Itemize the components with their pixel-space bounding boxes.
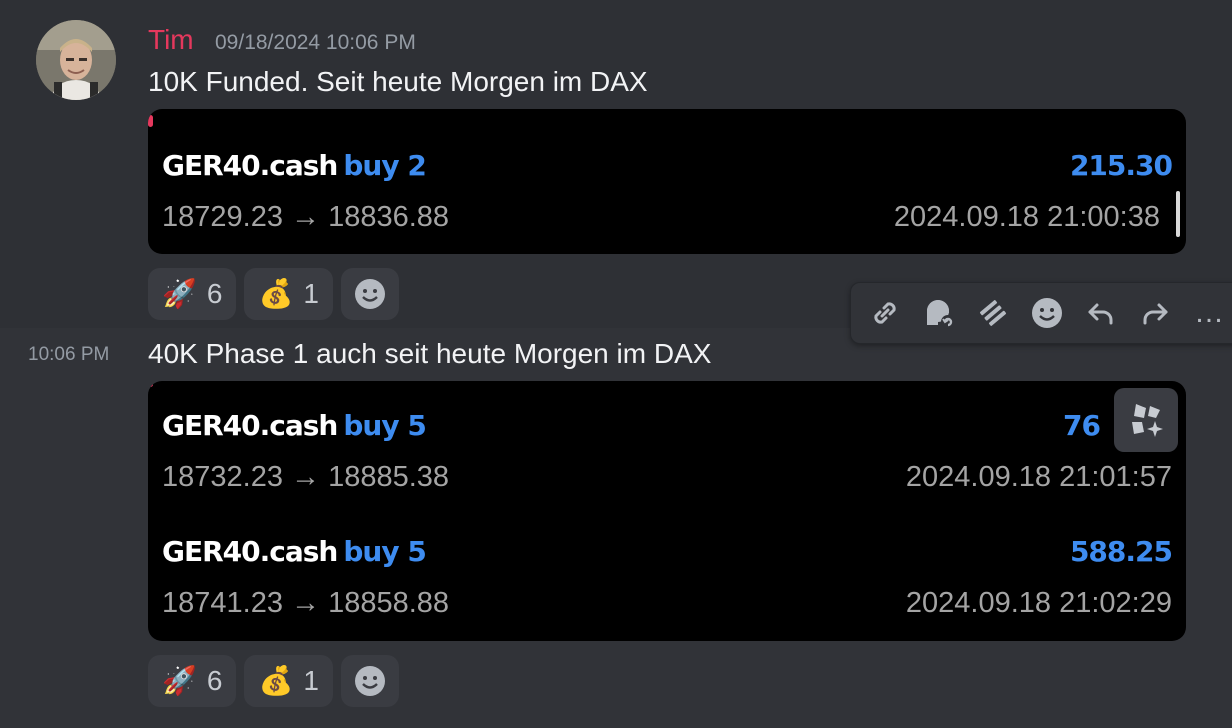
- add-reaction-icon: [354, 666, 385, 696]
- red-marker: [148, 115, 153, 127]
- reaction-count: 6: [206, 278, 223, 309]
- reactions-row: 🚀 6 💰 1: [148, 655, 399, 707]
- trade-price-range: 18732.23 → 18885.38: [162, 461, 450, 493]
- reaction-money-bag[interactable]: 💰 1: [244, 268, 333, 320]
- add-reaction-button[interactable]: [340, 655, 399, 707]
- trade-side: buy 5: [343, 535, 426, 568]
- trade-datetime: 2024.09.18 21:01:57: [905, 461, 1172, 493]
- share-button[interactable]: [1135, 293, 1175, 333]
- reaction-money-bag[interactable]: 💰 1: [244, 655, 333, 707]
- link-icon: [874, 302, 896, 324]
- image-options-button[interactable]: [1114, 388, 1178, 452]
- emoji-icon: [1032, 298, 1062, 328]
- red-marker: [148, 381, 153, 387]
- trade-entry: GER40.cash buy 2 215.30 18729.23 → 18836.…: [162, 149, 1173, 254]
- trade-symbol-name: GER40.cash: [162, 409, 338, 442]
- author-name[interactable]: Tim: [148, 24, 194, 56]
- trade-symbol: GER40.cash buy 2: [162, 149, 427, 182]
- sparkle-icon: [1132, 404, 1163, 437]
- trade-side: buy 2: [343, 149, 426, 182]
- scrollbar: [1176, 191, 1180, 237]
- trade-price-range: 18729.23 → 18836.88: [162, 201, 450, 233]
- reaction-rocket[interactable]: 🚀 6: [148, 655, 237, 707]
- trade-screenshot-attachment[interactable]: GER40.cash buy 2 215.30 18729.23 → 18836.…: [148, 109, 1186, 254]
- reaction-count: 6: [206, 665, 223, 696]
- trade-symbol-name: GER40.cash: [162, 535, 338, 568]
- copy-link-button[interactable]: [865, 293, 905, 333]
- trade-screenshot-attachment[interactable]: GER40.cash buy 5 76 18732.23 → 18885.38 2…: [148, 381, 1186, 641]
- rocket-icon: 🚀: [162, 278, 197, 309]
- message-timestamp-side: 10:06 PM: [28, 344, 110, 365]
- more-icon: …: [1194, 296, 1224, 329]
- money-bag-icon: 💰: [258, 665, 294, 696]
- forward-button[interactable]: [973, 293, 1013, 333]
- trade-symbol-name: GER40.cash: [162, 149, 338, 182]
- trade-datetime: 2024.09.18 21:02:29: [905, 587, 1172, 619]
- create-thread-button[interactable]: [919, 293, 959, 333]
- message-text: 40K Phase 1 auch seit heute Morgen im DA…: [148, 338, 712, 369]
- reaction-count: 1: [303, 665, 319, 696]
- add-reaction-icon: [354, 279, 385, 309]
- trade-symbol: GER40.cash buy 5: [162, 409, 427, 442]
- trade-entry: GER40.cash buy 5 76 18732.23 → 18885.38 2…: [162, 409, 1172, 519]
- message-timestamp: 09/18/2024 10:06 PM: [215, 31, 416, 54]
- add-reaction-toolbar-button[interactable]: [1027, 293, 1067, 333]
- reaction-rocket[interactable]: 🚀 6: [148, 268, 237, 320]
- trade-symbol: GER40.cash buy 5: [162, 535, 427, 568]
- reactions-row: 🚀 6 💰 1: [148, 268, 399, 320]
- reply-icon: [1088, 303, 1113, 325]
- trade-price-range: 18741.23 → 18858.88: [162, 587, 450, 619]
- rocket-icon: 🚀: [162, 665, 197, 696]
- more-options-button[interactable]: …: [1189, 293, 1229, 333]
- forward-icon: [979, 300, 1007, 326]
- trade-datetime: 2024.09.18 21:00:38: [893, 201, 1160, 233]
- reply-button[interactable]: [1081, 293, 1121, 333]
- trade-profit: 588.25: [1069, 535, 1173, 568]
- trade-profit: 215.30: [1069, 149, 1173, 182]
- trade-side: buy 5: [343, 409, 426, 442]
- avatar[interactable]: [36, 20, 116, 100]
- trade-entry: GER40.cash buy 5 588.25 18741.23 → 18858.…: [162, 535, 1173, 641]
- message-action-toolbar: …: [850, 282, 1232, 344]
- trade-profit: 76: [1063, 409, 1101, 442]
- share-icon: [1143, 303, 1168, 325]
- money-bag-icon: 💰: [258, 278, 294, 309]
- message-text: 10K Funded. Seit heute Morgen im DAX: [148, 66, 648, 97]
- thread-icon: [927, 300, 955, 329]
- add-reaction-button[interactable]: [340, 268, 399, 320]
- reaction-count: 1: [303, 278, 319, 309]
